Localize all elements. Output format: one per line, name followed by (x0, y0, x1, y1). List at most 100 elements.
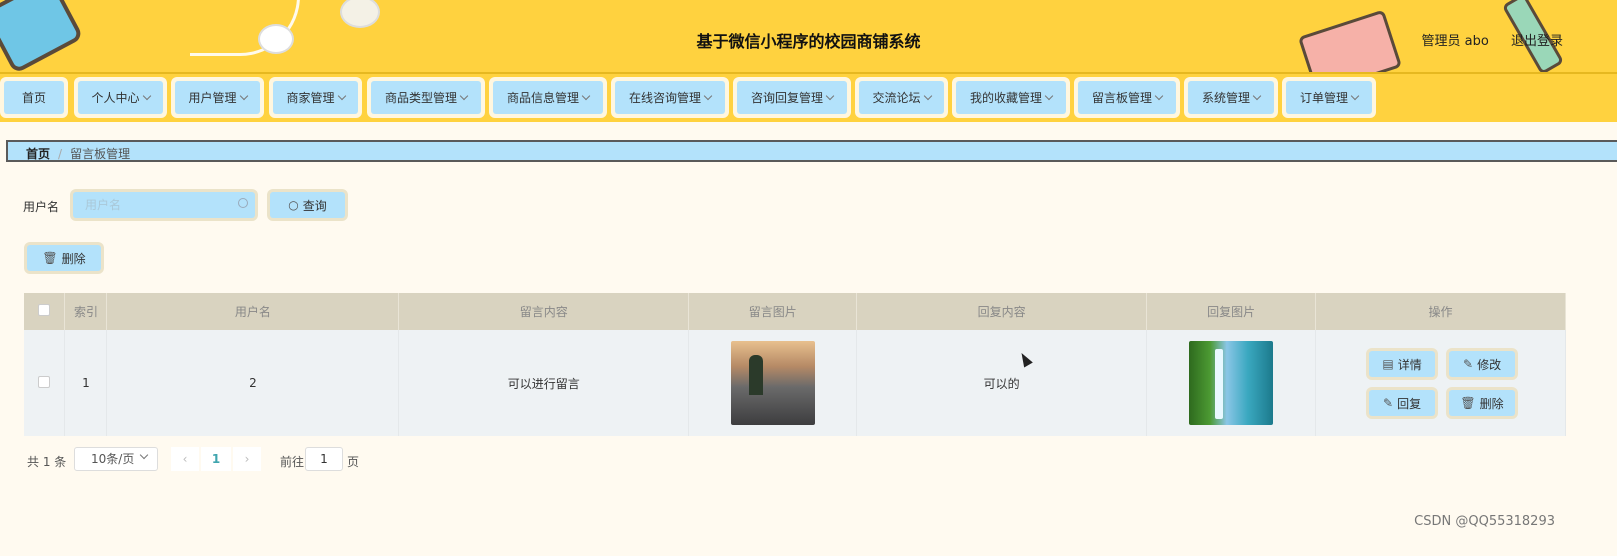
message-image-cell (688, 330, 858, 436)
chevron-down-icon (337, 91, 346, 100)
nav-label: 商品信息管理 (506, 91, 579, 105)
nav-consult-reply-management[interactable]: 咨询回复管理 (733, 77, 851, 118)
nav-favorites-management[interactable]: 我的收藏管理 (952, 77, 1070, 118)
delete-button-frame: 🗑 删除 (24, 242, 104, 274)
nav-label: 在线咨询管理 (628, 91, 701, 105)
nav-label: 我的收藏管理 (969, 91, 1042, 105)
next-page-button[interactable]: › (233, 447, 261, 471)
search-icon (238, 198, 248, 208)
reply-content-cell: 可以的 (856, 330, 1148, 436)
watermark: CSDN @QQ55318293 (1414, 514, 1555, 529)
top-nav: 首页 个人中心 用户管理 商家管理 商品类型管理 商品信息管理 在线咨询管理 咨… (0, 74, 1617, 122)
chevron-down-icon (1252, 91, 1262, 100)
message-image[interactable] (730, 341, 815, 425)
detail-button-frame: ▤ 详情 (1366, 348, 1439, 380)
chevron-down-icon (581, 91, 591, 100)
edit-label: 修改 (1477, 357, 1502, 372)
nav-label: 留言板管理 (1091, 91, 1152, 105)
actions-cell: ▤ 详情 ✎ 修改 ✎ 回复 🗑 删除 (1315, 330, 1566, 436)
edit-icon: ✎ (1383, 396, 1394, 410)
column-header: 回复图片 (1146, 293, 1317, 330)
trash-icon: 🗑 (42, 251, 58, 265)
search-icon: ○ (288, 198, 299, 212)
total-count: 共 1 条 (27, 455, 67, 469)
nav-label: 订单管理 (1299, 91, 1348, 105)
nav-online-consult-management[interactable]: 在线咨询管理 (611, 77, 729, 118)
nav-forum[interactable]: 交流论坛 (855, 77, 948, 118)
page-unit-label: 页 (347, 455, 360, 469)
goto-label: 前往 (280, 455, 305, 469)
app-title: 基于微信小程序的校园商铺系统 (696, 32, 921, 51)
query-button-label: 查询 (302, 198, 327, 213)
nav-home[interactable]: 首页 (0, 77, 68, 118)
delete-row-label: 删除 (1479, 396, 1504, 411)
reply-button[interactable]: ✎ 回复 (1369, 390, 1436, 416)
page-number[interactable]: 1 (201, 447, 231, 471)
delete-row-button-frame: 🗑 删除 (1446, 387, 1519, 419)
column-header: 用户名 (106, 293, 400, 330)
logout-link[interactable]: 退出登录 (1511, 34, 1563, 49)
row-select-cell (24, 330, 66, 436)
batch-delete-label: 删除 (61, 251, 86, 266)
goto-page-input[interactable]: 1 (305, 447, 343, 471)
nav-label: 个人中心 (91, 91, 140, 105)
chevron-down-icon (703, 91, 713, 100)
nav-personal-center[interactable]: 个人中心 (74, 77, 167, 118)
table-header-row: 索引 用户名 留言内容 留言图片 回复内容 回复图片 操作 (24, 293, 1566, 330)
nav-user-management[interactable]: 用户管理 (171, 77, 264, 118)
query-button[interactable]: ○ 查询 (270, 192, 345, 218)
user-area: 管理员 abo 退出登录 (1404, 30, 1563, 49)
batch-delete-button[interactable]: 🗑 删除 (27, 245, 101, 271)
breadcrumb-home[interactable]: 首页 (26, 147, 50, 161)
nav-message-board-management[interactable]: 留言板管理 (1074, 77, 1180, 118)
index-cell: 1 (64, 330, 108, 436)
query-button-frame: ○ 查询 (267, 189, 348, 221)
row-checkbox[interactable] (38, 375, 51, 388)
edit-icon: ✎ (1463, 357, 1474, 371)
page-size-select[interactable]: 10条/页 (74, 447, 158, 471)
admin-user-label: 管理员 abo (1421, 34, 1489, 49)
message-board-table: 索引 用户名 留言内容 留言图片 回复内容 回复图片 操作 1 2 可以进行留言… (24, 293, 1566, 436)
username-cell: 2 (106, 330, 400, 436)
prev-page-button[interactable]: ‹ (171, 447, 199, 471)
select-all-cell (24, 293, 66, 330)
chevron-down-icon (459, 91, 469, 100)
username-search-input[interactable] (73, 192, 255, 218)
nav-product-info-management[interactable]: 商品信息管理 (489, 77, 607, 118)
select-all-checkbox[interactable] (38, 304, 51, 316)
reply-label: 回复 (1397, 396, 1422, 411)
breadcrumb-separator: / (58, 147, 63, 161)
nav-label: 用户管理 (188, 91, 237, 105)
earbud-illustration-icon (340, 0, 380, 28)
column-header: 操作 (1315, 293, 1566, 330)
nav-order-management[interactable]: 订单管理 (1282, 77, 1376, 118)
chevron-down-icon (1154, 91, 1164, 100)
breadcrumb: 首页 / 留言板管理 (6, 140, 1617, 162)
detail-button[interactable]: ▤ 详情 (1369, 351, 1436, 377)
trash-icon: 🗑 (1460, 396, 1476, 410)
edit-button[interactable]: ✎ 修改 (1449, 351, 1516, 377)
chevron-down-icon (139, 450, 149, 460)
nav-label: 交流论坛 (872, 91, 921, 105)
message-content-cell: 可以进行留言 (398, 330, 690, 436)
search-field-frame (70, 189, 258, 221)
nav-merchant-management[interactable]: 商家管理 (269, 77, 362, 118)
reply-button-frame: ✎ 回复 (1366, 387, 1439, 419)
nav-label: 商品类型管理 (384, 91, 457, 105)
column-header: 索引 (64, 293, 108, 330)
detail-label: 详情 (1397, 357, 1422, 372)
table-row: 1 2 可以进行留言 可以的 ▤ 详情 ✎ 修改 ✎ 回复 🗑 删除 (24, 330, 1566, 436)
reply-image[interactable] (1189, 341, 1274, 425)
reply-image-cell (1146, 330, 1317, 436)
chevron-down-icon (1044, 91, 1054, 100)
chevron-down-icon (142, 91, 151, 100)
column-header: 回复内容 (856, 293, 1148, 330)
nav-system-management[interactable]: 系统管理 (1184, 77, 1278, 118)
nav-product-type-management[interactable]: 商品类型管理 (367, 77, 485, 118)
chevron-down-icon (1350, 91, 1360, 100)
delete-row-button[interactable]: 🗑 删除 (1449, 390, 1516, 416)
search-label: 用户名 (23, 200, 60, 214)
edit-button-frame: ✎ 修改 (1446, 348, 1519, 380)
header: 基于微信小程序的校园商铺系统 管理员 abo 退出登录 (0, 0, 1617, 74)
chevron-down-icon (923, 91, 932, 100)
